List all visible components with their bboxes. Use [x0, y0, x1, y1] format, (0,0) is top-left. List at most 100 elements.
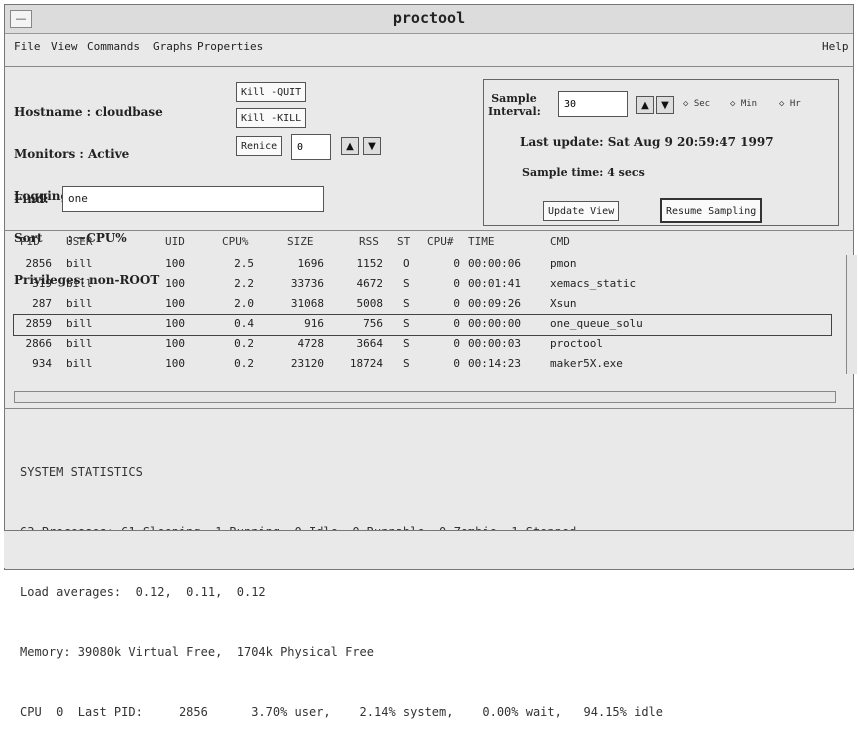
cell-time: 00:14:23: [468, 357, 521, 370]
renice-value-field[interactable]: 0: [291, 134, 331, 160]
cell-cpu: 2.0: [234, 297, 254, 310]
selected-row-highlight: [13, 314, 832, 336]
radio-hr[interactable]: ◇ Hr: [779, 99, 801, 109]
renice-down-arrow-icon[interactable]: ▼: [363, 137, 381, 155]
cell-cpu: 2.5: [234, 257, 254, 270]
cell-cpunum: 0: [453, 257, 460, 270]
col-cmd[interactable]: CMD: [550, 235, 570, 248]
sample-interval-label: Sample Interval:: [488, 92, 541, 118]
cell-pid: 934: [32, 357, 52, 370]
kill-kill-button[interactable]: Kill -KILL: [236, 108, 307, 128]
cell-rss: 4672: [356, 277, 384, 290]
cell-user: bill: [66, 257, 93, 270]
radio-hr-label: Hr: [789, 99, 801, 109]
cell-cpu: 0.2: [234, 337, 254, 350]
cell-cpu: 0.2: [234, 357, 254, 370]
cell-user: bill: [66, 297, 93, 310]
col-cpunum[interactable]: CPU#: [427, 235, 454, 248]
cell-pid: 2856: [25, 257, 53, 270]
cell-cmd: Xsun: [550, 297, 577, 310]
menu-commands[interactable]: Commands: [87, 40, 140, 53]
system-statistics: SYSTEM STATISTICS 63 Processes: 61 Sleep…: [20, 422, 663, 742]
table-row[interactable]: 934 bill 100 0.2 23120 18724 S 0 00:14:23 maker5X…: [0, 357, 858, 377]
cell-time: 00:00:03: [468, 337, 521, 350]
table-header: PID USER UID CPU% SIZE RSS ST CPU# TIME …: [0, 235, 858, 251]
col-st[interactable]: ST: [397, 235, 410, 248]
menu-help[interactable]: Help: [822, 40, 849, 53]
cell-user: bill: [66, 357, 93, 370]
cell-time: 00:09:26: [468, 297, 521, 310]
resume-sampling-button[interactable]: Resume Sampling: [660, 198, 763, 223]
col-cpu[interactable]: CPU%: [222, 235, 249, 248]
stats-cpu: CPU 0 Last PID: 2856 3.70% user, 2.14% s…: [20, 705, 663, 719]
col-pid[interactable]: PID: [20, 235, 40, 248]
table-row[interactable]: 2856 bill 100 2.5 1696 1152 O 0 00:00:06 pmon: [0, 257, 858, 277]
renice-button[interactable]: Renice: [236, 136, 283, 156]
cell-cpu: 2.2: [234, 277, 254, 290]
cell-pid: 319: [32, 277, 52, 290]
cell-st: S: [403, 337, 410, 350]
col-rss[interactable]: RSS: [359, 235, 379, 248]
sample-down-arrow-icon[interactable]: ▼: [656, 96, 674, 114]
find-label: Find:: [14, 192, 49, 206]
cell-cpunum: 0: [453, 357, 460, 370]
cell-size: 1696: [297, 257, 325, 270]
table-row[interactable]: 2866 bill 100 0.2 4728 3664 S 0 00:00:03 proctool: [0, 337, 858, 357]
cell-uid: 100: [165, 257, 185, 270]
sample-time-text: Sample time: 4 secs: [522, 166, 645, 179]
col-user[interactable]: USER: [66, 235, 93, 248]
col-size[interactable]: SIZE: [287, 235, 314, 248]
cell-uid: 100: [165, 297, 185, 310]
menu-file[interactable]: File: [14, 40, 41, 53]
radio-sec-label: Sec: [693, 99, 711, 109]
vertical-scrollbar[interactable]: [846, 255, 857, 374]
table-row[interactable]: 319 bill 100 2.2 33736 4672 S 0 00:01:41 xemacs_s…: [0, 277, 858, 297]
sample-up-arrow-icon[interactable]: ▲: [636, 96, 654, 114]
col-time[interactable]: TIME: [468, 235, 495, 248]
cell-cpunum: 0: [453, 297, 460, 310]
table-separator: [4, 408, 854, 409]
controls-separator: [4, 230, 854, 231]
cell-size: 23120: [290, 357, 324, 370]
cell-size: 31068: [290, 297, 324, 310]
last-update-text: Last update: Sat Aug 9 20:59:47 1997: [520, 135, 774, 149]
cell-st: S: [403, 297, 410, 310]
monitors-text: Monitors : Active: [14, 147, 130, 161]
cell-pid: 2866: [25, 337, 53, 350]
menu-view[interactable]: View: [51, 40, 78, 53]
cell-pid: 287: [32, 297, 52, 310]
cell-cmd: proctool: [550, 337, 603, 350]
cell-user: bill: [66, 277, 93, 290]
cell-cpunum: 0: [453, 337, 460, 350]
sample-interval-field[interactable]: 30: [558, 91, 628, 117]
renice-up-arrow-icon[interactable]: ▲: [341, 137, 359, 155]
stats-memory: Memory: 39080k Virtual Free, 1704k Physi…: [20, 645, 375, 659]
col-uid[interactable]: UID: [165, 235, 185, 248]
window-title: proctool: [392, 9, 466, 27]
title-bar: — proctool: [5, 5, 853, 34]
cell-user: bill: [66, 337, 93, 350]
kill-quit-button[interactable]: Kill -QUIT: [236, 82, 307, 102]
cell-time: 00:01:41: [468, 277, 521, 290]
radio-sec[interactable]: ◇ Sec: [683, 99, 710, 109]
cell-rss: 18724: [349, 357, 383, 370]
cell-st: O: [403, 257, 410, 270]
update-view-button[interactable]: Update View: [543, 201, 620, 221]
menu-separator: [4, 66, 854, 67]
cell-size: 33736: [290, 277, 324, 290]
hostname-text: Hostname : cloudbase: [14, 105, 163, 119]
cell-uid: 100: [165, 357, 185, 370]
cell-rss: 1152: [356, 257, 384, 270]
cell-uid: 100: [165, 277, 185, 290]
menu-graphs[interactable]: Graphs: [153, 40, 193, 53]
cell-cpunum: 0: [453, 277, 460, 290]
horizontal-scrollbar[interactable]: [14, 391, 836, 403]
find-input[interactable]: one: [62, 186, 324, 212]
radio-min[interactable]: ◇ Min: [730, 99, 757, 109]
cell-cmd: pmon: [550, 257, 577, 270]
stats-load: Load averages: 0.12, 0.11, 0.12: [20, 585, 266, 599]
cell-size: 4728: [297, 337, 325, 350]
menu-properties[interactable]: Properties: [197, 40, 263, 53]
radio-min-label: Min: [740, 99, 758, 109]
cell-st: S: [403, 277, 410, 290]
